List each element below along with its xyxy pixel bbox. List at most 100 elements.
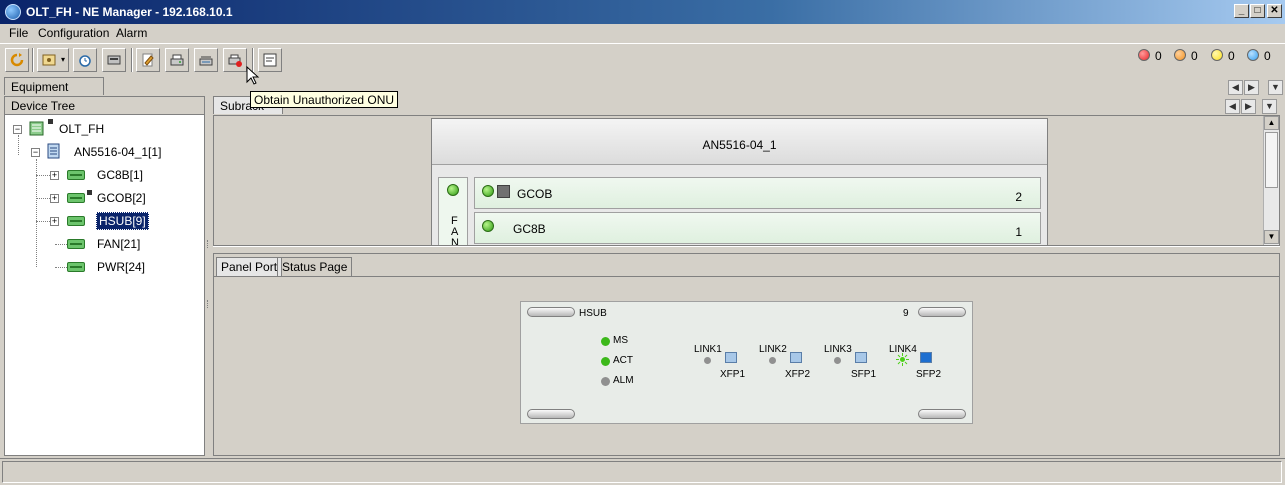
board-icon	[67, 193, 85, 203]
menu-file[interactable]: File	[9, 26, 28, 40]
card-slot-number: 9	[903, 308, 909, 319]
board-icon	[67, 216, 85, 226]
led-label: MS	[613, 335, 628, 346]
status-bar-field	[2, 461, 1282, 483]
timer-button[interactable]	[73, 48, 97, 72]
slot-number: 2	[1015, 190, 1022, 204]
onu-icon	[107, 55, 121, 65]
app-logo-icon	[5, 4, 21, 20]
timer-icon	[79, 55, 91, 67]
config-icon	[42, 54, 56, 66]
toolbar: ▾	[0, 43, 1285, 75]
led-label: ACT	[613, 355, 633, 366]
major-alarm-icon	[1174, 49, 1186, 61]
minor-alarm-icon	[1211, 49, 1223, 61]
print-icon	[170, 54, 184, 66]
tree-node-label-selected: HSUB[9]	[96, 212, 149, 230]
panel-button[interactable]	[258, 48, 282, 72]
expand-icon[interactable]: +	[50, 217, 59, 226]
port-xfp1[interactable]	[725, 352, 737, 363]
act-led-icon	[601, 357, 610, 366]
panel-icon	[263, 53, 277, 67]
scroll-left-icon[interactable]: ◀	[1225, 99, 1240, 114]
splitter-grip[interactable]	[207, 300, 210, 308]
subrack-vertical-scrollbar[interactable]: ▲ ▼	[1263, 116, 1279, 245]
tab-list-icon[interactable]: ▼	[1268, 80, 1283, 95]
tree-node-card-gc8b[interactable]: + GC8B[1]	[5, 165, 204, 185]
card-ejector-top-left	[527, 307, 575, 317]
status-marker-icon	[87, 190, 92, 195]
config-dropdown-button[interactable]: ▾	[37, 48, 69, 72]
horizontal-splitter[interactable]	[213, 246, 1280, 253]
port-label: XFP1	[720, 369, 746, 380]
scroll-left-icon[interactable]: ◀	[1228, 80, 1243, 95]
window-title: OLT_FH - NE Manager - 192.168.10.1	[26, 5, 233, 19]
board-icon	[67, 239, 85, 249]
mouse-cursor-icon	[246, 66, 260, 85]
tab-equipment-view[interactable]: Equipment View	[4, 77, 104, 108]
expand-icon[interactable]: +	[50, 194, 59, 203]
device-tree-header[interactable]: Device Tree	[5, 97, 204, 115]
slot-number: 1	[1015, 225, 1022, 239]
port-sfp1[interactable]	[855, 352, 867, 363]
tab-list-icon[interactable]: ▼	[1262, 99, 1277, 114]
alarm-count: 0	[1264, 49, 1271, 63]
tree-node-card-pwr[interactable]: PWR[24]	[5, 257, 204, 277]
refresh-button[interactable]	[5, 48, 29, 72]
alarm-count: 0	[1155, 49, 1162, 63]
tree-node-olt[interactable]: − OLT_FH	[5, 119, 204, 139]
expand-icon[interactable]: +	[50, 171, 59, 180]
scroll-down-icon[interactable]: ▼	[1264, 230, 1279, 244]
link-label: LINK3	[824, 344, 852, 355]
scroll-right-icon[interactable]: ▶	[1241, 99, 1256, 114]
fan-unit[interactable]: FAN	[438, 177, 468, 246]
maximize-button[interactable]: □	[1250, 4, 1265, 18]
scan-icon	[199, 56, 213, 66]
link-label: LINK2	[759, 344, 787, 355]
splitter-grip[interactable]	[207, 240, 210, 248]
panel-port-view: Panel Port Status Page HSUB 9 MS ACT ALM…	[213, 253, 1280, 456]
alarm-count: 0	[1228, 49, 1235, 63]
toolbar-tooltip: Obtain Unauthorized ONU	[250, 91, 399, 108]
chevron-down-icon: ▾	[61, 55, 66, 64]
scrollbar-thumb[interactable]	[1265, 132, 1278, 188]
board-icon	[67, 170, 85, 180]
fan-label: FAN	[451, 215, 459, 246]
edit-icon	[142, 53, 154, 67]
tree-node-label: PWR[24]	[97, 260, 146, 274]
board-icon	[67, 262, 85, 272]
led-label: ALM	[613, 375, 634, 386]
minimize-button[interactable]: _	[1234, 4, 1249, 18]
toolbar-separator	[131, 48, 133, 72]
scroll-right-icon[interactable]: ▶	[1244, 80, 1259, 95]
scan-button[interactable]	[194, 48, 218, 72]
tree-node-card-gcob[interactable]: + GCOB[2]	[5, 188, 204, 208]
tab-panel-port[interactable]: Panel Port	[216, 257, 283, 276]
refresh-icon	[10, 53, 24, 67]
port-sfp2[interactable]	[920, 352, 932, 363]
tab-status-page[interactable]: Status Page	[277, 257, 353, 276]
status-bar	[0, 458, 1285, 485]
slot-card-gc8b[interactable]: GC8B 1	[474, 212, 1041, 244]
menu-configuration[interactable]: Configuration	[38, 26, 109, 40]
tree-node-label: FAN[21]	[97, 237, 141, 251]
menu-alarm[interactable]: Alarm	[116, 26, 147, 40]
slot-card-gcob[interactable]: GCOB 2	[474, 177, 1041, 209]
alm-led-icon	[601, 377, 610, 386]
collapse-icon[interactable]: −	[13, 125, 22, 134]
tree-node-subrack[interactable]: − AN5516-04_1[1]	[5, 142, 204, 162]
tree-node-card-hsub[interactable]: + HSUB[9]	[5, 211, 204, 231]
tree-node-card-fan[interactable]: FAN[21]	[5, 234, 204, 254]
close-button[interactable]: ✕	[1267, 4, 1282, 18]
scroll-up-icon[interactable]: ▲	[1264, 116, 1279, 130]
card-status-led	[482, 220, 494, 232]
port-xfp2[interactable]	[790, 352, 802, 363]
print-button[interactable]	[165, 48, 189, 72]
menu-bar: File Configuration Alarm	[0, 24, 1285, 43]
obtain-unauthorized-onu-button[interactable]	[223, 48, 247, 72]
card-ejector-bottom-right	[918, 409, 966, 419]
card-ejector-top-right	[918, 307, 966, 317]
edit-button[interactable]	[136, 48, 160, 72]
onu-button[interactable]	[102, 48, 126, 72]
collapse-icon[interactable]: −	[31, 148, 40, 157]
